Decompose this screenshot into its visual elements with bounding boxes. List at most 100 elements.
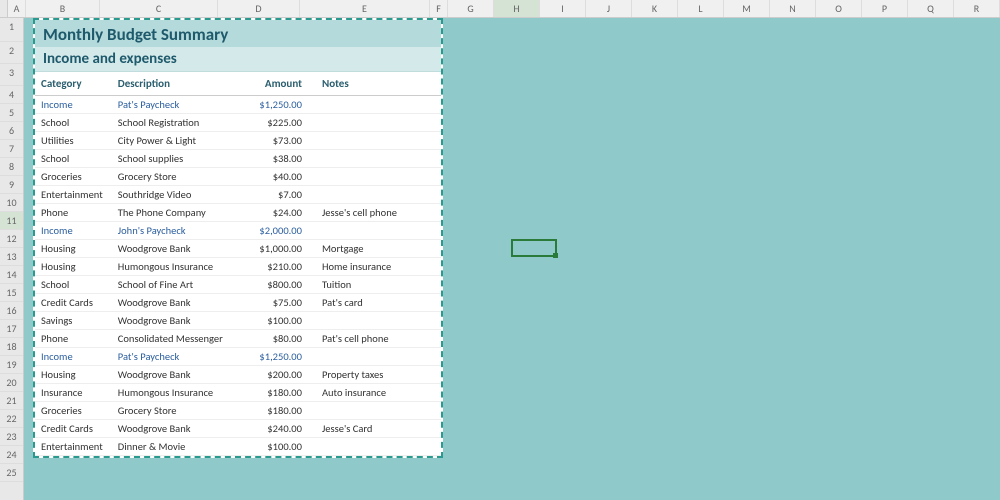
table-row[interactable]: GroceriesGrocery Store$180.00	[35, 402, 441, 420]
cell-notes[interactable]	[316, 132, 441, 150]
col-header-K[interactable]: K	[632, 0, 678, 17]
cell-notes[interactable]	[316, 114, 441, 132]
cell-notes[interactable]: Tuition	[316, 276, 441, 294]
row-header-14[interactable]: 14	[0, 266, 23, 284]
cell-notes[interactable]	[316, 438, 441, 456]
row-header-19[interactable]: 19	[0, 356, 23, 374]
table-row[interactable]: SavingsWoodgrove Bank$100.00	[35, 312, 441, 330]
cell-description[interactable]: Humongous Insurance	[112, 384, 245, 402]
table-row[interactable]: Credit CardsWoodgrove Bank$240.00Jesse's…	[35, 420, 441, 438]
table-row[interactable]: SchoolSchool of Fine Art$800.00Tuition	[35, 276, 441, 294]
cell-category[interactable]: Housing	[35, 366, 112, 384]
cell-notes[interactable]	[316, 168, 441, 186]
cell-notes[interactable]: Pat's cell phone	[316, 330, 441, 348]
cell-notes[interactable]: Jesse's cell phone	[316, 204, 441, 222]
cell-notes[interactable]	[316, 402, 441, 420]
cell-category[interactable]: Entertainment	[35, 186, 112, 204]
table-row[interactable]: SchoolSchool supplies$38.00	[35, 150, 441, 168]
cell-description[interactable]: Woodgrove Bank	[112, 420, 245, 438]
cell-description[interactable]: Pat's Paycheck	[112, 348, 245, 366]
col-header-Q[interactable]: Q	[908, 0, 954, 17]
col-header-M[interactable]: M	[724, 0, 770, 17]
cell-category[interactable]: Housing	[35, 258, 112, 276]
cell-description[interactable]: City Power & Light	[112, 132, 245, 150]
col-header-E[interactable]: E	[300, 0, 430, 17]
cell-amount[interactable]: $240.00	[245, 420, 316, 438]
row-header-13[interactable]: 13	[0, 248, 23, 266]
cell-notes[interactable]	[316, 186, 441, 204]
cell-category[interactable]: Credit Cards	[35, 420, 112, 438]
cell-category[interactable]: Utilities	[35, 132, 112, 150]
header-description[interactable]: Description	[112, 72, 245, 96]
cell-amount[interactable]: $24.00	[245, 204, 316, 222]
cell-category[interactable]: Groceries	[35, 168, 112, 186]
cell-notes[interactable]	[316, 222, 441, 240]
cells-area[interactable]: Monthly Budget Summary Income and expens…	[24, 18, 1000, 500]
cell-notes[interactable]: Property taxes	[316, 366, 441, 384]
row-header-9[interactable]: 9	[0, 176, 23, 194]
col-header-R[interactable]: R	[954, 0, 1000, 17]
row-header-10[interactable]: 10	[0, 194, 23, 212]
cell-notes[interactable]	[316, 96, 441, 114]
table-row[interactable]: IncomeJohn's Paycheck$2,000.00	[35, 222, 441, 240]
cell-description[interactable]: School Registration	[112, 114, 245, 132]
cell-amount[interactable]: $100.00	[245, 312, 316, 330]
col-header-O[interactable]: O	[816, 0, 862, 17]
table-row[interactable]: UtilitiesCity Power & Light$73.00	[35, 132, 441, 150]
cell-description[interactable]: John's Paycheck	[112, 222, 245, 240]
cell-description[interactable]: Grocery Store	[112, 168, 245, 186]
col-header-I[interactable]: I	[540, 0, 586, 17]
cell-amount[interactable]: $225.00	[245, 114, 316, 132]
cell-amount[interactable]: $800.00	[245, 276, 316, 294]
cell-description[interactable]: Humongous Insurance	[112, 258, 245, 276]
row-header-11[interactable]: 11	[0, 212, 23, 230]
cell-amount[interactable]: $7.00	[245, 186, 316, 204]
table-row[interactable]: PhoneConsolidated Messenger$80.00Pat's c…	[35, 330, 441, 348]
row-header-20[interactable]: 20	[0, 374, 23, 392]
table-row[interactable]: PhoneThe Phone Company$24.00Jesse's cell…	[35, 204, 441, 222]
table-row[interactable]: EntertainmentDinner & Movie$100.00	[35, 438, 441, 456]
col-header-F[interactable]: F	[430, 0, 448, 17]
cell-amount[interactable]: $2,000.00	[245, 222, 316, 240]
cell-amount[interactable]: $38.00	[245, 150, 316, 168]
cell-amount[interactable]: $210.00	[245, 258, 316, 276]
cell-description[interactable]: Woodgrove Bank	[112, 312, 245, 330]
col-header-L[interactable]: L	[678, 0, 724, 17]
col-header-D[interactable]: D	[218, 0, 300, 17]
cell-notes[interactable]	[316, 348, 441, 366]
cell-amount[interactable]: $80.00	[245, 330, 316, 348]
cell-description[interactable]: School of Fine Art	[112, 276, 245, 294]
col-header-A[interactable]: A	[8, 0, 26, 17]
cell-description[interactable]: Pat's Paycheck	[112, 96, 245, 114]
header-notes[interactable]: Notes	[316, 72, 441, 96]
cell-amount[interactable]: $180.00	[245, 402, 316, 420]
cell-notes[interactable]	[316, 150, 441, 168]
cell-notes[interactable]	[316, 312, 441, 330]
col-header-C[interactable]: C	[100, 0, 218, 17]
cell-amount[interactable]: $73.00	[245, 132, 316, 150]
cell-amount[interactable]: $1,250.00	[245, 96, 316, 114]
row-header-16[interactable]: 16	[0, 302, 23, 320]
cell-amount[interactable]: $200.00	[245, 366, 316, 384]
row-header-2[interactable]: 2	[0, 42, 23, 64]
row-header-23[interactable]: 23	[0, 428, 23, 446]
cell-category[interactable]: Entertainment	[35, 438, 112, 456]
cell-category[interactable]: School	[35, 150, 112, 168]
cell-notes[interactable]: Jesse's Card	[316, 420, 441, 438]
select-all-corner[interactable]	[0, 0, 8, 17]
row-header-1[interactable]: 1	[0, 18, 23, 42]
row-header-21[interactable]: 21	[0, 392, 23, 410]
col-header-J[interactable]: J	[586, 0, 632, 17]
table-row[interactable]: GroceriesGrocery Store$40.00	[35, 168, 441, 186]
cell-category[interactable]: Income	[35, 96, 112, 114]
header-category[interactable]: Category	[35, 72, 112, 96]
cell-description[interactable]: Southridge Video	[112, 186, 245, 204]
col-header-G[interactable]: G	[448, 0, 494, 17]
cell-description[interactable]: Grocery Store	[112, 402, 245, 420]
cell-amount[interactable]: $100.00	[245, 438, 316, 456]
header-amount[interactable]: Amount	[245, 72, 316, 96]
cell-description[interactable]: Dinner & Movie	[112, 438, 245, 456]
cell-category[interactable]: Savings	[35, 312, 112, 330]
row-header-4[interactable]: 4	[0, 86, 23, 104]
row-header-18[interactable]: 18	[0, 338, 23, 356]
